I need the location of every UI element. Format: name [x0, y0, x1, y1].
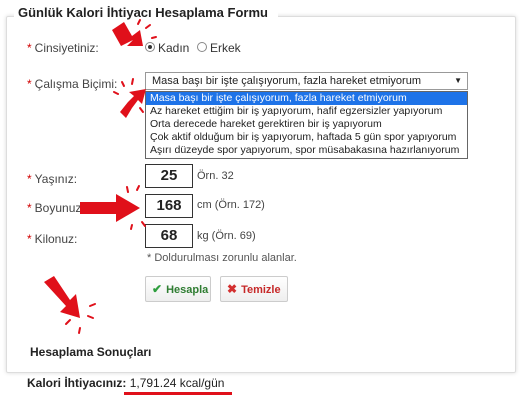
- form-title: Günlük Kalori İhtiyacı Hesaplama Formu: [14, 5, 278, 20]
- work-option[interactable]: Az hareket ettiğim bir iş yapıyorum, haf…: [146, 105, 467, 118]
- weight-input[interactable]: 68: [145, 224, 193, 248]
- required-star: *: [27, 172, 32, 186]
- work-option[interactable]: Orta derecede hareket gerektiren bir iş …: [146, 118, 467, 131]
- age-label: * Yaşınız:: [27, 172, 78, 186]
- height-hint: cm (Örn. 172): [197, 199, 265, 211]
- height-label: * Boyunuz:: [27, 201, 85, 215]
- work-select-value: Masa başı bir işte çalışıyorum, fazla ha…: [152, 75, 421, 87]
- required-star: *: [27, 77, 32, 91]
- work-label: * Çalışma Biçimi:: [27, 77, 118, 91]
- radio-kadin-label[interactable]: Kadın: [158, 41, 189, 55]
- work-option[interactable]: Masa başı bir işte çalışıyorum, fazla ha…: [146, 92, 467, 105]
- dropdown-arrow-icon: ▼: [454, 76, 462, 85]
- radio-kadin[interactable]: [145, 42, 155, 52]
- radio-erkek-label[interactable]: Erkek: [210, 41, 241, 55]
- calculate-button[interactable]: ✔ Hesapla: [145, 276, 211, 302]
- results-title: Hesaplama Sonuçları: [30, 345, 152, 359]
- required-star: *: [27, 232, 32, 246]
- required-note: * Doldurulması zorunlu alanlar.: [147, 252, 297, 264]
- work-option[interactable]: Aşırı düzeyde spor yapıyorum, spor müsab…: [146, 144, 467, 157]
- height-input[interactable]: 168: [145, 194, 193, 218]
- required-star: *: [27, 41, 32, 55]
- work-select[interactable]: Masa başı bir işte çalışıyorum, fazla ha…: [145, 72, 468, 90]
- clear-button[interactable]: ✖ Temizle: [220, 276, 288, 302]
- x-icon: ✖: [227, 282, 238, 296]
- work-dropdown-list: Masa başı bir işte çalışıyorum, fazla ha…: [145, 91, 468, 159]
- calorie-result-label: Kalori İhtiyacınız:: [27, 376, 127, 390]
- work-option[interactable]: Çok aktif olduğum bir iş yapıyorum, haft…: [146, 131, 467, 144]
- calorie-form-fieldset: [6, 16, 516, 373]
- age-input[interactable]: 25: [145, 164, 193, 188]
- check-icon: ✔: [152, 282, 163, 296]
- radio-erkek[interactable]: [197, 42, 207, 52]
- result-underline-annotation: [124, 392, 232, 395]
- calorie-result-value: 1,791.24 kcal/gün: [129, 376, 225, 390]
- required-star: *: [27, 201, 32, 215]
- gender-label: * Cinsiyetiniz:: [27, 41, 99, 55]
- age-hint: Örn. 32: [197, 170, 234, 182]
- calorie-result: Kalori İhtiyacınız: 1,791.24 kcal/gün: [27, 376, 224, 390]
- weight-label: * Kilonuz:: [27, 232, 78, 246]
- weight-hint: kg (Örn. 69): [197, 230, 256, 242]
